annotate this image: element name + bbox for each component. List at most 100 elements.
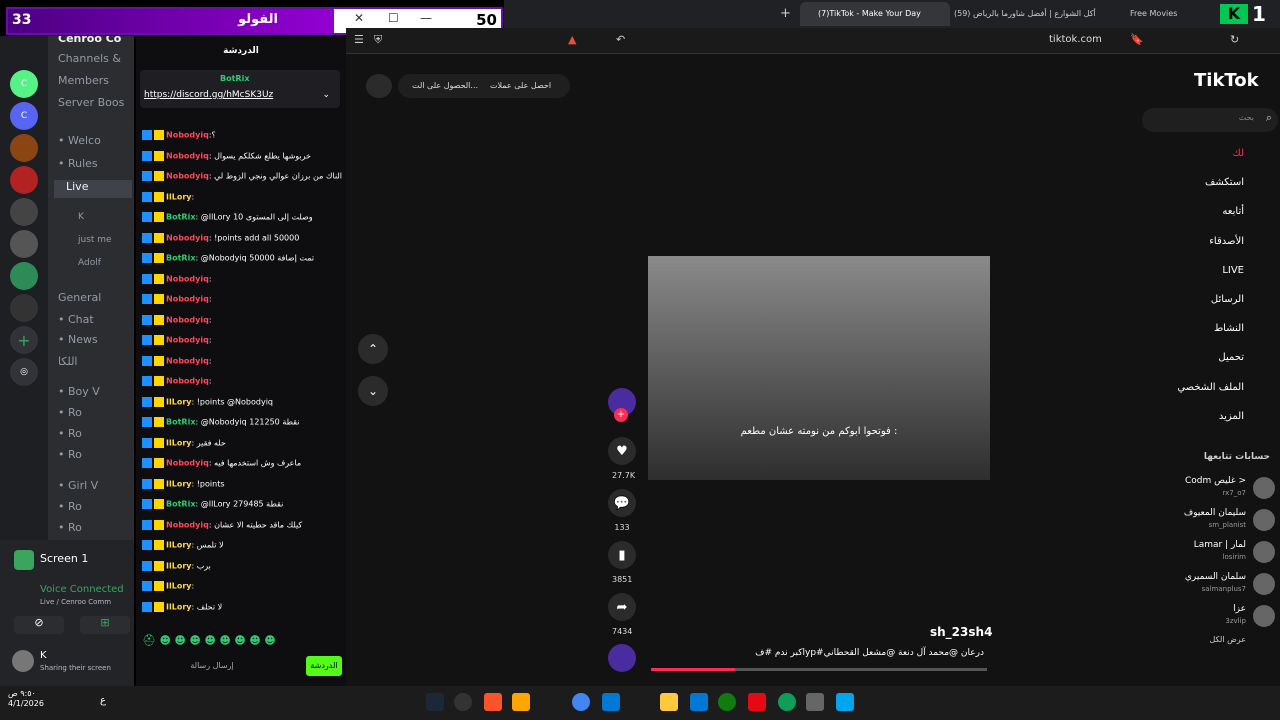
music-disc-icon[interactable] [608, 644, 636, 672]
chat-username[interactable]: BotRix [166, 213, 195, 222]
channel-item[interactable]: • Ro [58, 448, 82, 461]
avatar[interactable] [1253, 605, 1275, 627]
server-icon[interactable]: C [10, 102, 38, 130]
following-name[interactable]: سلمان السميري [1150, 572, 1246, 582]
shield-icon[interactable]: ⛨ [374, 33, 382, 47]
chat-username[interactable]: Nobodyiq [166, 336, 209, 345]
like-icon[interactable]: ♥ [608, 437, 636, 465]
following-name[interactable]: Codm غليص > [1150, 476, 1246, 486]
add-server-icon[interactable]: + [10, 326, 38, 354]
nav-item[interactable]: النشاط [1214, 323, 1244, 334]
new-tab-icon[interactable]: + [780, 6, 791, 21]
back-icon[interactable]: ↶ [616, 33, 625, 46]
chat-username[interactable]: IlLory [166, 602, 191, 611]
file-explorer-icon[interactable] [660, 693, 678, 711]
avatar[interactable] [1253, 509, 1275, 531]
channel-item[interactable]: • Ro [58, 500, 82, 513]
close-icon[interactable]: ✕ [354, 11, 364, 25]
voice-status[interactable]: Voice Connected [40, 584, 124, 595]
pinned-link[interactable]: https://discord.gg/hMcSK3Uz [144, 90, 273, 100]
emote-bar[interactable]: ⛑ ☻ ☻ ☻ ☻ ☻ ☻ ☻ ☻ [142, 634, 322, 650]
store-icon[interactable] [690, 693, 708, 711]
nav-item[interactable]: استكشف [1205, 177, 1244, 188]
reload-icon[interactable]: ↻ [1230, 33, 1239, 46]
channel-item[interactable]: اللكا [58, 355, 77, 368]
server-name[interactable]: Cenroo Co [58, 36, 121, 45]
video-player[interactable]: فوتحوا ابوكم من نومته عشان مطعم : [648, 256, 990, 480]
following-name[interactable]: Lamar | لمار [1150, 540, 1246, 550]
avatar[interactable] [1253, 541, 1275, 563]
see-all-link[interactable]: عرض الكل [1150, 635, 1246, 644]
follow-plus-icon[interactable]: + [614, 408, 628, 422]
voice-user[interactable]: just me [78, 235, 112, 245]
chat-username[interactable]: IlLory [166, 561, 191, 570]
chat-username[interactable]: BotRix [166, 254, 195, 263]
channel-item-live[interactable]: Live [54, 180, 132, 198]
url-field[interactable]: tiktok.com [1049, 34, 1102, 45]
nav-item[interactable]: الرسائل [1211, 294, 1244, 305]
camera-off-button[interactable]: ⊘ [14, 616, 64, 634]
server-icon[interactable] [10, 198, 38, 226]
chat-username[interactable]: Nobodyiq [166, 459, 209, 468]
author-name[interactable]: sh_23sh4 [930, 625, 992, 639]
chevron-down-icon[interactable]: ⌄ [322, 90, 330, 100]
chat-username[interactable]: Nobodyiq [166, 295, 209, 304]
tab-youtube[interactable]: (59) أكل الشوارع | أفضل شاورما بالرياض [954, 2, 1114, 26]
server-icon[interactable] [10, 166, 38, 194]
chat-username[interactable]: Nobodyiq [166, 356, 209, 365]
chat-username[interactable]: IlLory [166, 438, 191, 447]
chat-username[interactable]: Nobodyiq [166, 520, 209, 529]
chat-username[interactable]: IlLory [166, 479, 191, 488]
nav-item[interactable]: لك [1233, 148, 1244, 159]
steam-icon[interactable] [426, 693, 444, 711]
start-icon[interactable] [836, 693, 854, 711]
following-name[interactable]: عزا [1150, 604, 1246, 614]
chat-username[interactable]: Nobodyiq [166, 233, 209, 242]
xbox-icon[interactable] [718, 693, 736, 711]
menu-item[interactable]: Members [58, 74, 109, 87]
edge-icon[interactable] [778, 693, 796, 711]
app-icon[interactable] [512, 693, 530, 711]
avatar[interactable] [12, 650, 34, 672]
voice-user[interactable]: K [78, 212, 84, 222]
nav-item[interactable]: الملف الشخصي [1177, 382, 1244, 393]
obs-icon[interactable] [454, 693, 472, 711]
nav-item[interactable]: تحميل [1218, 352, 1244, 363]
bookmark-icon[interactable]: 🔖 [1130, 33, 1144, 46]
netflix-icon[interactable] [748, 693, 766, 711]
channel-item[interactable]: • Ro [58, 427, 82, 440]
voice-user[interactable]: Adolf [78, 258, 101, 268]
minimize-icon[interactable]: — [420, 11, 432, 25]
settings-icon[interactable] [806, 693, 824, 711]
menu-item[interactable]: Server Boos [58, 96, 124, 109]
avatar[interactable] [1253, 573, 1275, 595]
search-icon[interactable]: ⌕ [1266, 111, 1272, 125]
server-icon[interactable] [10, 134, 38, 162]
channel-item[interactable]: • Ro [58, 406, 82, 419]
screen-label[interactable]: Screen 1 [40, 552, 88, 565]
tab-tiktok[interactable]: (7)TikTok - Make Your Day [800, 2, 950, 26]
chevron-down-icon[interactable]: ⌄ [358, 376, 388, 406]
pinned-message[interactable]: BotRix https://discord.gg/hMcSK3Uz ⌄ [140, 70, 340, 108]
chat-username[interactable]: IlLory [166, 582, 191, 591]
server-icon[interactable]: C [10, 70, 38, 98]
chat-username[interactable]: Nobodyiq [166, 274, 209, 283]
following-name[interactable]: سليمان المعيوف [1150, 508, 1246, 518]
chat-input[interactable]: إرسال رسالة [142, 656, 282, 676]
comment-icon[interactable]: 💬 [608, 489, 636, 517]
brave-icon[interactable] [484, 693, 502, 711]
menu-item[interactable]: Channels & [58, 52, 121, 65]
bookmark-icon[interactable]: ▮ [608, 541, 636, 569]
share-button[interactable]: ⊞ [80, 616, 130, 634]
channel-item[interactable]: • Welco [58, 134, 101, 147]
chat-username[interactable]: Nobodyiq [166, 131, 209, 140]
channel-item[interactable]: • Rules [58, 157, 98, 170]
chevron-up-icon[interactable]: ⌃ [358, 334, 388, 364]
chat-username[interactable]: IlLory [166, 397, 191, 406]
server-icon[interactable] [10, 294, 38, 322]
nav-item[interactable]: LIVE [1222, 265, 1244, 276]
channel-item[interactable]: • Chat [58, 313, 94, 326]
maximize-icon[interactable]: ☐ [388, 11, 399, 25]
chat-send-button[interactable]: الدردشة [306, 656, 342, 676]
search-input[interactable]: بحث ⌕ [1142, 108, 1278, 132]
